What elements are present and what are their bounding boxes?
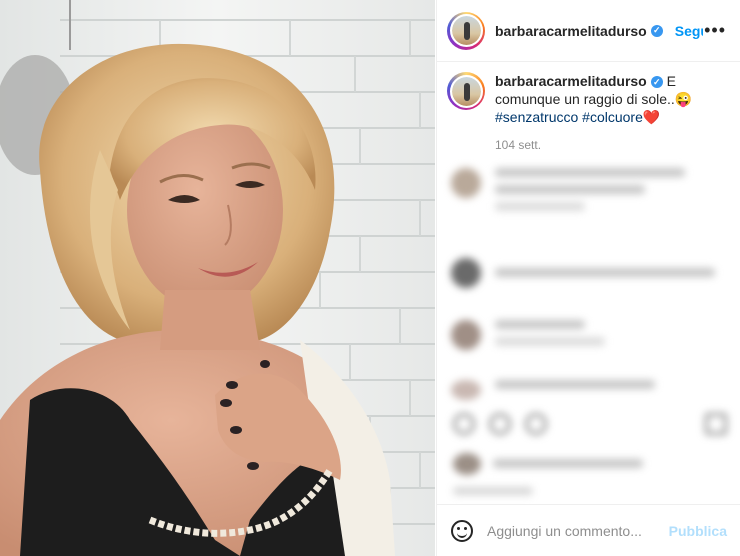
post-sidebar: barbaracarmelitadurso ✓ Segui ••• barbar…	[436, 0, 740, 556]
author-username[interactable]: barbaracarmelitadurso	[495, 23, 647, 39]
blurred-actions	[437, 405, 740, 505]
like-icon[interactable]	[453, 413, 475, 435]
caption-author-avatar[interactable]	[447, 72, 485, 110]
share-icon[interactable]	[525, 413, 547, 435]
author-avatar[interactable]	[447, 11, 485, 50]
comment-bar: Pubblica	[437, 504, 740, 556]
list-item	[451, 258, 715, 288]
post-photo[interactable]	[0, 0, 435, 556]
hashtag-senzatrucco[interactable]: #senzatrucco	[495, 109, 578, 125]
heart-emoji: ❤️	[642, 109, 661, 125]
list-item	[451, 320, 605, 354]
hashtag-colcuore[interactable]: #colcuore	[582, 109, 643, 125]
verified-badge-icon: ✓	[650, 24, 663, 37]
publish-button[interactable]: Pubblica	[669, 523, 727, 539]
emoji-smile-icon[interactable]	[451, 519, 473, 542]
list-item	[451, 380, 655, 400]
caption-timestamp[interactable]: 104 sett.	[495, 136, 725, 154]
bookmark-icon[interactable]	[705, 413, 727, 435]
comment-icon[interactable]	[489, 413, 511, 435]
follow-button[interactable]: Segui	[675, 23, 703, 39]
comment-input[interactable]	[487, 522, 669, 539]
caption-text: barbaracarmelitadurso ✓ E comunque un rag…	[495, 72, 725, 154]
portrait-illustration	[0, 43, 395, 556]
caption-verified-badge-icon: ✓	[650, 76, 663, 89]
caption-username[interactable]: barbaracarmelitadurso	[495, 73, 647, 89]
list-item	[451, 168, 685, 219]
post-header: barbaracarmelitadurso ✓ Segui •••	[437, 0, 740, 62]
caption: barbaracarmelitadurso ✓ E comunque un rag…	[437, 62, 740, 154]
more-horizontal-icon[interactable]: •••	[704, 21, 726, 39]
blurred-comments	[437, 160, 740, 410]
